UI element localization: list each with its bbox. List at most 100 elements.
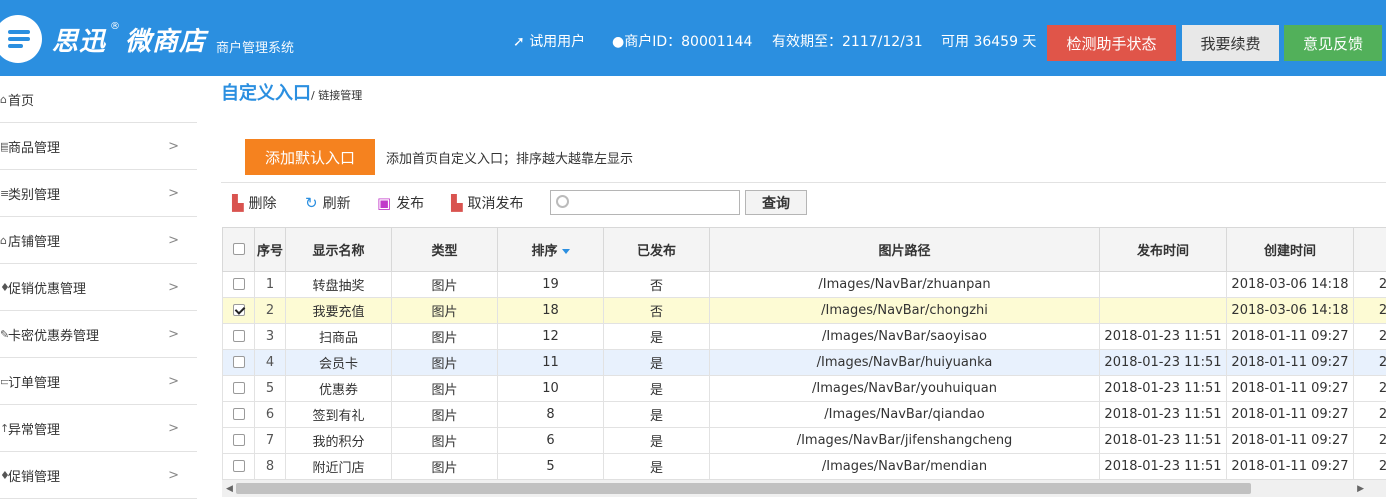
users-icon: ● — [612, 34, 624, 50]
send-icon: ➚ — [513, 34, 525, 50]
row-checkbox[interactable] — [233, 330, 245, 342]
cell-name: 签到有礼 — [286, 401, 392, 427]
sidebar-item-promo[interactable]: ♦促销优惠管理> — [0, 264, 197, 311]
column-header-published[interactable]: 已发布 — [604, 228, 710, 271]
scrollbar-thumb[interactable] — [236, 483, 1251, 494]
cell-image-path: /Images/NavBar/jifenshangcheng — [710, 427, 1100, 453]
row-checkbox-cell[interactable] — [223, 375, 255, 401]
brand-name: 思迅®微商店 — [52, 21, 206, 58]
table-row[interactable]: 2 我要充值 图片 18 否 /Images/NavBar/chongzhi 2… — [223, 297, 1386, 323]
select-all-checkbox[interactable] — [233, 243, 245, 255]
row-checkbox[interactable] — [233, 460, 245, 472]
row-checkbox[interactable] — [233, 356, 245, 368]
column-header-publish-time[interactable]: 发布时间 — [1100, 228, 1227, 271]
publish-button[interactable]: ▣发布 — [377, 193, 424, 213]
row-checkbox-cell[interactable] — [223, 271, 255, 297]
table-row[interactable]: 6 签到有礼 图片 8 是 /Images/NavBar/qiandao 201… — [223, 401, 1386, 427]
chevron-right-icon: > — [168, 186, 179, 201]
select-all-cell[interactable] — [223, 228, 255, 271]
table-row[interactable]: 1 转盘抽奖 图片 19 否 /Images/NavBar/zhuanpan 2… — [223, 271, 1386, 297]
order-icon: ▭ — [0, 375, 8, 388]
sidebar-item-store[interactable]: ⌂店铺管理> — [0, 217, 197, 264]
row-checkbox[interactable] — [233, 408, 245, 420]
column-header-image-path[interactable]: 图片路径 — [710, 228, 1100, 271]
horizontal-scrollbar[interactable]: ◀ ▶ — [222, 479, 1386, 497]
cell-no: 3 — [255, 323, 286, 349]
column-header-name[interactable]: 显示名称 — [286, 228, 392, 271]
row-checkbox-cell[interactable] — [223, 349, 255, 375]
chevron-right-icon: > — [168, 374, 179, 389]
scroll-left-icon[interactable]: ◀ — [226, 484, 233, 494]
delete-button[interactable]: ▙删除 — [232, 193, 277, 213]
cell-image-path: /Images/NavBar/zhuanpan — [710, 271, 1100, 297]
table-row[interactable]: 4 会员卡 图片 11 是 /Images/NavBar/huiyuanka 2… — [223, 349, 1386, 375]
row-checkbox-cell[interactable] — [223, 453, 255, 479]
row-checkbox[interactable] — [233, 382, 245, 394]
chevron-right-icon: > — [168, 421, 179, 436]
column-header-overflow — [1354, 228, 1386, 271]
unpublish-icon: ▙ — [451, 194, 463, 212]
cell-publish-time — [1100, 271, 1227, 297]
sidebar-item-orders[interactable]: ▭订单管理> — [0, 358, 197, 405]
expiry-date: 有效期至：2117/12/31 — [772, 31, 923, 51]
row-checkbox-cell[interactable] — [223, 401, 255, 427]
cell-create-time: 2018-01-11 09:27 — [1227, 427, 1354, 453]
days-left: 可用 36459 天 — [941, 31, 1036, 51]
search-icon — [556, 195, 569, 208]
sidebar-item-home[interactable]: ⌂首页 — [0, 76, 197, 123]
check-assistant-button[interactable]: 检测助手状态 — [1047, 25, 1176, 61]
row-checkbox[interactable] — [233, 434, 245, 446]
renew-button[interactable]: 我要续费 — [1182, 25, 1279, 61]
unpublish-button[interactable]: ▙取消发布 — [451, 193, 524, 213]
cell-name: 优惠券 — [286, 375, 392, 401]
cell-type: 图片 — [392, 297, 498, 323]
sidebar-item-sales[interactable]: ♦促销管理> — [0, 452, 197, 499]
row-checkbox-cell[interactable] — [223, 297, 255, 323]
cell-published: 是 — [604, 453, 710, 479]
table-row[interactable]: 8 附近门店 图片 5 是 /Images/NavBar/mendian 201… — [223, 453, 1386, 479]
row-checkbox-cell[interactable] — [223, 323, 255, 349]
row-checkbox[interactable] — [233, 278, 245, 290]
scroll-right-icon[interactable]: ▶ — [1357, 484, 1364, 494]
table-row[interactable]: 5 优惠券 图片 10 是 /Images/NavBar/youhuiquan … — [223, 375, 1386, 401]
cell-create-time: 2018-03-06 14:18 — [1227, 271, 1354, 297]
cell-image-path: /Images/NavBar/mendian — [710, 453, 1100, 479]
sidebar-item-category[interactable]: ≡类别管理> — [0, 170, 197, 217]
refresh-button[interactable]: ↻刷新 — [305, 193, 351, 213]
column-header-sort[interactable]: 排序 — [498, 228, 604, 271]
cell-publish-time: 2018-01-23 11:51 — [1100, 323, 1227, 349]
row-checkbox[interactable] — [233, 304, 245, 316]
add-default-entry-button[interactable]: 添加默认入口 — [245, 139, 375, 175]
cell-type: 图片 — [392, 453, 498, 479]
cell-sort: 8 — [498, 401, 604, 427]
cell-image-path: /Images/NavBar/huiyuanka — [710, 349, 1100, 375]
cell-sort: 18 — [498, 297, 604, 323]
promo-icon: ♦ — [0, 281, 8, 294]
sidebar-item-goods[interactable]: ▤商品管理> — [0, 123, 197, 170]
entries-table: 序号 显示名称 类型 排序 已发布 图片路径 发布时间 创建时间 1 转盘抽奖 … — [222, 227, 1386, 479]
column-header-type[interactable]: 类型 — [392, 228, 498, 271]
query-button[interactable]: 查询 — [745, 190, 807, 215]
cell-sort: 5 — [498, 453, 604, 479]
sidebar-item-coupon[interactable]: ✎卡密优惠券管理> — [0, 311, 197, 358]
goods-icon: ▤ — [0, 140, 8, 153]
table-row[interactable]: 7 我的积分 图片 6 是 /Images/NavBar/jifenshangc… — [223, 427, 1386, 453]
alert-icon: ↑ — [0, 422, 8, 435]
cell-type: 图片 — [392, 401, 498, 427]
table-row[interactable]: 3 扫商品 图片 12 是 /Images/NavBar/saoyisao 20… — [223, 323, 1386, 349]
search-input[interactable] — [575, 193, 735, 212]
cell-published: 是 — [604, 349, 710, 375]
search-field[interactable] — [550, 190, 740, 215]
cell-overflow: 2 — [1354, 453, 1386, 479]
sidebar: ⌂首页 ▤商品管理> ≡类别管理> ⌂店铺管理> ♦促销优惠管理> ✎卡密优惠券… — [0, 76, 197, 497]
chevron-right-icon: > — [168, 280, 179, 295]
sale-icon: ♦ — [0, 469, 8, 482]
cell-overflow: 2 — [1354, 375, 1386, 401]
cell-sort: 11 — [498, 349, 604, 375]
sidebar-item-exceptions[interactable]: ↑异常管理> — [0, 405, 197, 452]
column-header-create-time[interactable]: 创建时间 — [1227, 228, 1354, 271]
row-checkbox-cell[interactable] — [223, 427, 255, 453]
feedback-button[interactable]: 意见反馈 — [1284, 25, 1382, 61]
column-header-no[interactable]: 序号 — [255, 228, 286, 271]
brand-logo: 思迅®微商店 商户管理系统 — [0, 14, 294, 64]
